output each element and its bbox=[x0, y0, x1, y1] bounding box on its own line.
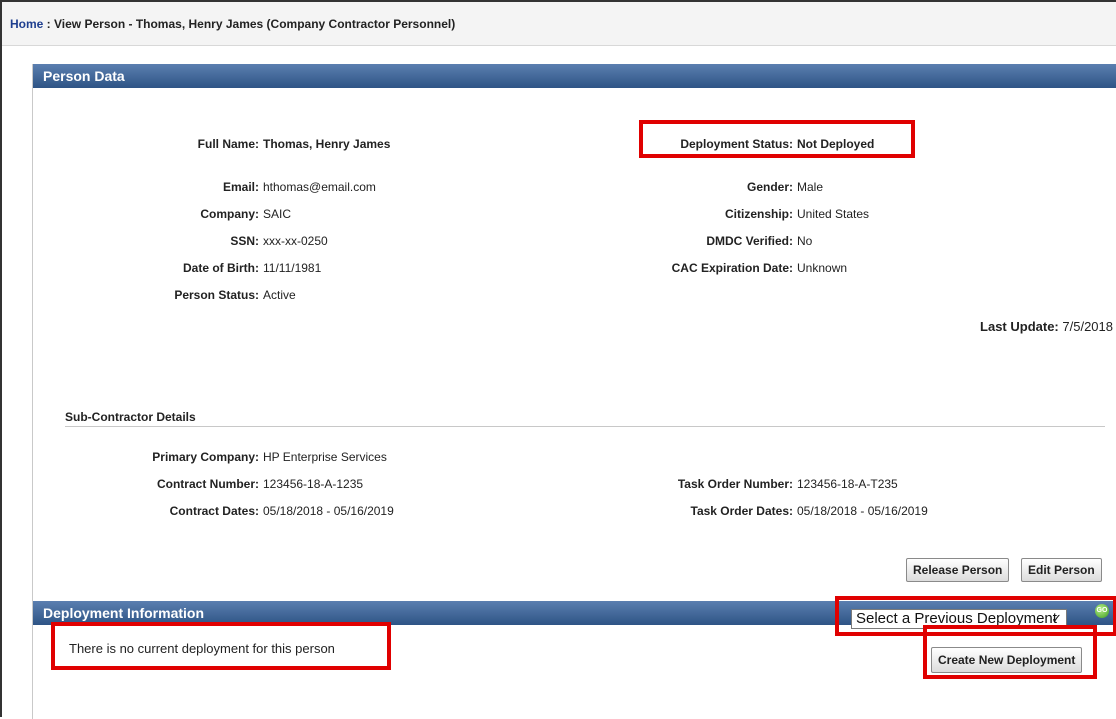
edit-person-button[interactable]: Edit Person bbox=[1021, 558, 1102, 582]
ssn-field: SSN: xxx-xx-0250 bbox=[230, 234, 328, 248]
last-update: Last Update: 7/5/2018 bbox=[980, 319, 1113, 334]
breadcrumb-home-link[interactable]: Home bbox=[10, 17, 43, 31]
create-deployment-highlight bbox=[923, 625, 1097, 679]
last-update-value: 7/5/2018 bbox=[1062, 319, 1113, 334]
last-update-label: Last Update: bbox=[980, 319, 1059, 334]
breadcrumb: Home : View Person - Thomas, Henry James… bbox=[2, 2, 1116, 46]
primary-company-field: Primary Company: HP Enterprise Services bbox=[152, 450, 387, 464]
dob-field: Date of Birth: 11/11/1981 bbox=[183, 261, 322, 275]
contract-number-field: Contract Number: 123456-18-A-1235 bbox=[156, 477, 364, 491]
subcontractor-heading: Sub-Contractor Details bbox=[65, 410, 1105, 427]
dmdc-verified-field: DMDC Verified: No bbox=[706, 234, 813, 248]
cac-expiration-field: CAC Expiration Date: Unknown bbox=[671, 261, 848, 275]
full-name-field: Full Name: Thomas, Henry James bbox=[197, 137, 391, 151]
deployment-status-highlight bbox=[639, 120, 915, 158]
person-data-header: Person Data bbox=[33, 64, 1116, 88]
gender-field: Gender: Male bbox=[746, 180, 824, 194]
person-status-field: Person Status: Active bbox=[174, 288, 296, 302]
breadcrumb-page-title: : View Person - Thomas, Henry James (Com… bbox=[43, 17, 456, 31]
release-person-button[interactable]: Release Person bbox=[906, 558, 1010, 582]
citizenship-field: Citizenship: United States bbox=[725, 207, 870, 221]
task-order-dates-field: Task Order Dates: 05/18/2018 - 05/16/2019 bbox=[690, 504, 928, 518]
main-content: Person Data Full Name: Thomas, Henry Jame… bbox=[32, 64, 1116, 719]
task-order-number-field: Task Order Number: 123456-18-A-T235 bbox=[677, 477, 898, 491]
no-deployment-highlight bbox=[51, 622, 391, 670]
email-field: Email: hthomas@email.com bbox=[222, 180, 376, 194]
company-field: Company: SAIC bbox=[200, 207, 292, 221]
contract-dates-field: Contract Dates: 05/18/2018 - 05/16/2019 bbox=[169, 504, 394, 518]
